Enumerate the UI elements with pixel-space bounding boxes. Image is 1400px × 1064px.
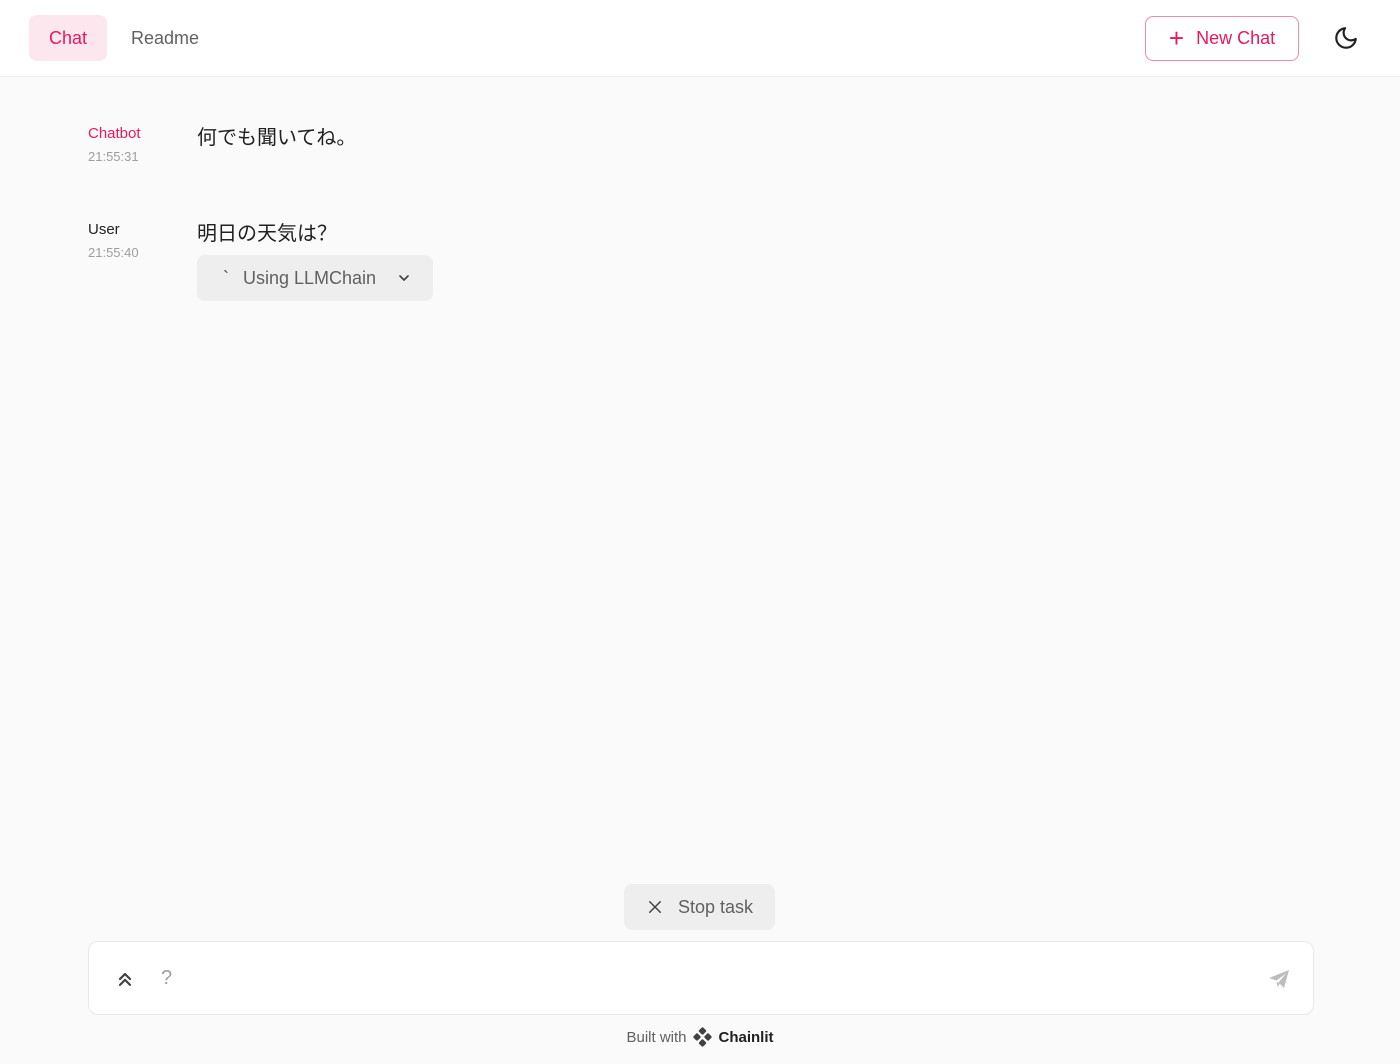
new-chat-label: New Chat xyxy=(1196,28,1276,48)
app-header: Chat Readme + New Chat xyxy=(0,0,1400,77)
theme-toggle-button[interactable] xyxy=(1328,20,1364,56)
chevron-down-icon xyxy=(396,270,412,286)
chainlit-logo-icon xyxy=(692,1027,712,1047)
message-time: 21:55:40 xyxy=(88,245,139,260)
message-author: Chatbot xyxy=(88,125,141,142)
close-icon xyxy=(648,901,661,913)
built-with-text: Built with xyxy=(626,1028,687,1046)
message-content: 何でも聞いてね。 xyxy=(197,127,357,149)
new-chat-button[interactable]: + New Chat xyxy=(1145,16,1299,61)
message-author: User xyxy=(88,221,120,238)
chainlit-brand[interactable]: Chainlit xyxy=(719,1029,774,1046)
step-toggle-button[interactable]: ` Using LLMChain xyxy=(197,255,433,301)
stop-task-label: Stop task xyxy=(677,896,754,917)
chevrons-up-icon xyxy=(118,972,132,986)
send-button[interactable] xyxy=(1265,966,1293,992)
step-label: Using LLMChain xyxy=(243,267,377,288)
step-prefix: ` xyxy=(223,267,229,288)
history-button[interactable] xyxy=(113,966,137,992)
message-content: 明日の天気は？ xyxy=(197,223,337,245)
stop-task-button[interactable]: Stop task xyxy=(624,884,775,930)
message-input[interactable] xyxy=(161,960,1261,996)
message-time: 21:55:31 xyxy=(88,149,139,164)
send-icon xyxy=(1269,970,1289,988)
tab-chat[interactable]: Chat xyxy=(29,15,108,61)
footer: Built with Chainlit xyxy=(0,1026,1400,1048)
plus-icon: + xyxy=(1168,22,1185,53)
moon-icon xyxy=(1335,27,1357,49)
message-composer xyxy=(88,941,1314,1015)
tab-readme[interactable]: Readme xyxy=(111,15,219,61)
